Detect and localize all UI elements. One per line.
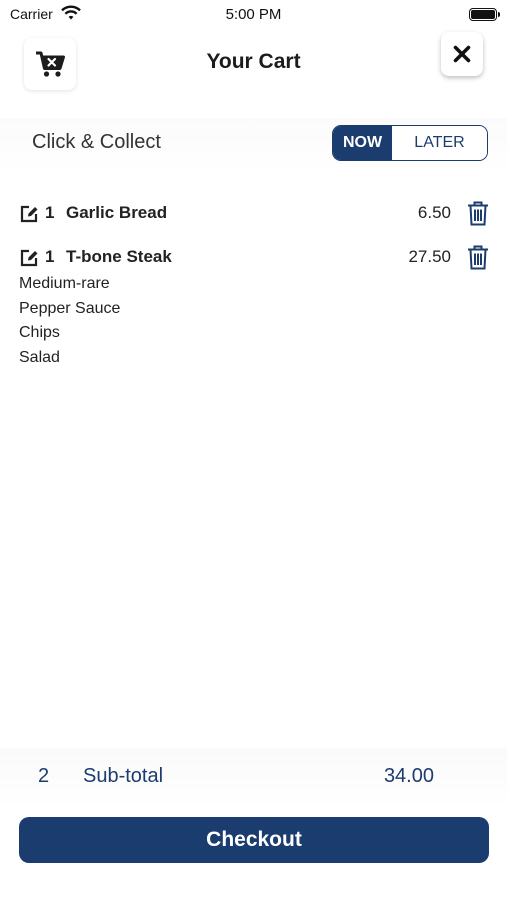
trash-icon[interactable] xyxy=(467,201,489,226)
cart-item-garlic-bread: 1 Garlic Bread 6.50 xyxy=(0,196,507,232)
collect-time-selector: NOW LATER xyxy=(332,125,488,161)
item-price: 6.50 xyxy=(417,203,451,222)
item-name: Garlic Bread xyxy=(66,203,168,222)
checkout-button[interactable]: Checkout xyxy=(19,817,489,863)
collect-row: Click & Collect NOW LATER xyxy=(0,118,507,174)
subtotal-label: Sub-total xyxy=(83,765,164,787)
item-count: 2 xyxy=(38,765,50,787)
page-title: Your Cart xyxy=(206,50,301,73)
modifier-item: Pepper Sauce xyxy=(19,299,121,317)
later-option[interactable]: LATER xyxy=(392,126,487,160)
item-price: 27.50 xyxy=(408,247,451,266)
trash-icon[interactable] xyxy=(467,245,489,270)
clear-cart-button[interactable] xyxy=(24,38,76,90)
cart-item-t-bone-steak: 1 T-bone Steak 27.50 Medium-rare Pepper … xyxy=(0,240,507,370)
item-name: T-bone Steak xyxy=(66,247,172,266)
now-option[interactable]: NOW xyxy=(333,126,392,160)
edit-icon[interactable] xyxy=(19,248,39,268)
edit-icon[interactable] xyxy=(19,204,39,224)
modifier-item: Chips xyxy=(19,324,60,341)
close-button[interactable] xyxy=(441,32,483,76)
item-qty: 1 xyxy=(45,203,55,222)
collect-label: Click & Collect xyxy=(32,131,161,153)
cart-items: 1 Garlic Bread 6.50 1 T-bone Steak 27.50 xyxy=(0,196,507,370)
battery-icon xyxy=(469,8,500,21)
subtotal-amount: 34.00 xyxy=(383,765,434,787)
status-bar: Carrier 5:00 PM xyxy=(0,0,507,28)
subtotal-bar: 2 Sub-total 34.00 xyxy=(0,748,507,808)
item-qty: 1 xyxy=(45,247,55,266)
close-icon xyxy=(453,45,471,63)
modifier-item: Salad xyxy=(19,348,60,366)
cart-remove-icon xyxy=(36,51,65,77)
item-modifiers: Medium-rare Pepper Sauce Chips Salad xyxy=(0,272,507,370)
status-time: 5:00 PM xyxy=(225,6,282,23)
header: Your Cart xyxy=(0,28,507,114)
